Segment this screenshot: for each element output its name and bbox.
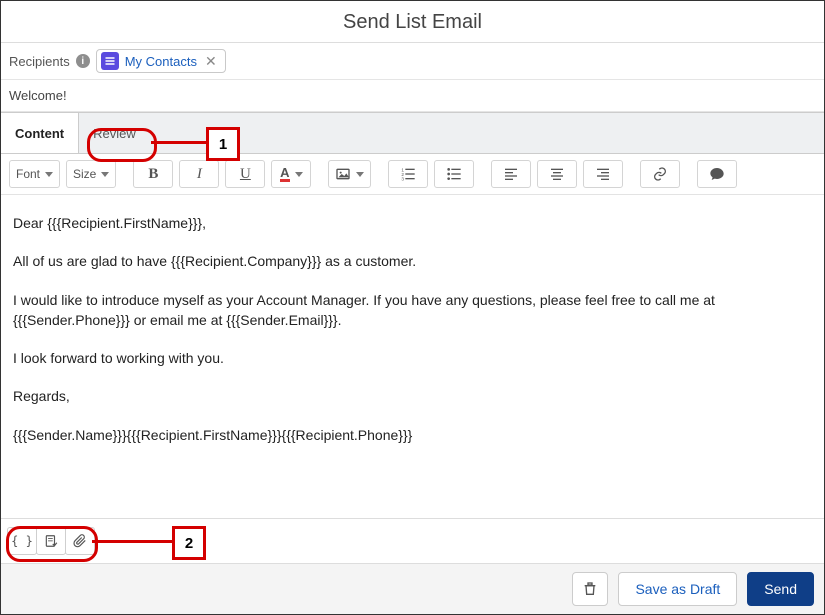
ordered-list-icon: 123 (400, 166, 416, 182)
delete-button[interactable] (572, 572, 608, 606)
braces-icon: { } (11, 534, 33, 548)
body-paragraph: All of us are glad to have {{{Recipient.… (13, 251, 812, 271)
list-icon (101, 52, 119, 70)
app-window: Send List Email Recipients i My Contacts… (0, 0, 825, 615)
subject-row[interactable]: Welcome! (1, 80, 824, 112)
annotation-number-label: 1 (219, 136, 227, 153)
link-icon (652, 166, 668, 182)
underline-button[interactable]: U (225, 160, 265, 188)
recipients-row: Recipients i My Contacts ✕ (1, 43, 824, 80)
recipients-label: Recipients (9, 54, 70, 69)
chevron-down-icon (45, 172, 53, 177)
recipient-pill-label: My Contacts (125, 54, 197, 69)
comment-icon (709, 166, 725, 182)
chevron-down-icon (356, 172, 364, 177)
italic-icon: I (197, 166, 202, 183)
attachment-button[interactable] (65, 527, 95, 555)
body-paragraph: I would like to introduce myself as your… (13, 290, 812, 331)
align-right-icon (595, 166, 611, 182)
chevron-down-icon (101, 172, 109, 177)
size-select-label: Size (73, 167, 96, 181)
title-text: Send List Email (343, 11, 482, 33)
annotation-review-number: 1 (206, 127, 240, 161)
separator (688, 162, 689, 186)
bold-icon: B (148, 166, 158, 183)
text-color-icon: A (280, 167, 289, 182)
separator (379, 162, 380, 186)
recipient-pill[interactable]: My Contacts ✕ (96, 49, 226, 73)
merge-field-button[interactable]: { } (7, 527, 37, 555)
subject-value: Welcome! (9, 88, 67, 103)
tab-review[interactable]: Review (79, 113, 150, 153)
align-left-button[interactable] (491, 160, 531, 188)
unordered-list-button[interactable] (434, 160, 474, 188)
info-icon[interactable]: i (76, 54, 90, 68)
tab-review-label: Review (93, 126, 136, 141)
page-title: Send List Email (1, 1, 824, 43)
align-center-icon (549, 166, 565, 182)
body-paragraph: I look forward to working with you. (13, 348, 812, 368)
annotation-number-label: 2 (185, 535, 193, 552)
svg-text:3: 3 (402, 177, 405, 182)
align-center-button[interactable] (537, 160, 577, 188)
underline-icon: U (240, 166, 251, 183)
annotation-insert-line (92, 540, 172, 543)
italic-button[interactable]: I (179, 160, 219, 188)
align-right-button[interactable] (583, 160, 623, 188)
save-as-draft-button[interactable]: Save as Draft (618, 572, 737, 606)
remove-recipient-icon[interactable]: ✕ (203, 53, 219, 70)
text-color-button[interactable]: A (271, 160, 311, 188)
size-select[interactable]: Size (66, 160, 116, 188)
email-body-editor[interactable]: Dear {{{Recipient.FirstName}}}, All of u… (1, 195, 824, 518)
send-label: Send (764, 581, 797, 597)
align-left-icon (503, 166, 519, 182)
body-paragraph: Dear {{{Recipient.FirstName}}}, (13, 213, 812, 233)
tabs: Content Review (1, 112, 824, 154)
save-as-draft-label: Save as Draft (635, 581, 720, 597)
separator (631, 162, 632, 186)
separator (482, 162, 483, 186)
bold-button[interactable]: B (133, 160, 173, 188)
font-select-label: Font (16, 167, 40, 181)
footer-bar: Save as Draft Send (1, 563, 824, 614)
image-icon (335, 166, 351, 182)
template-button[interactable] (36, 527, 66, 555)
tab-content[interactable]: Content (1, 113, 79, 153)
template-icon (44, 534, 58, 548)
ordered-list-button[interactable]: 123 (388, 160, 428, 188)
annotation-review-line (151, 141, 206, 144)
body-paragraph: {{{Sender.Name}}}{{{Recipient.FirstName}… (13, 425, 812, 445)
trash-icon (582, 581, 598, 597)
paperclip-icon (73, 534, 87, 548)
separator (319, 162, 320, 186)
chevron-down-icon (295, 172, 303, 177)
send-button[interactable]: Send (747, 572, 814, 606)
comment-button[interactable] (697, 160, 737, 188)
annotation-insert-number: 2 (172, 526, 206, 560)
separator (124, 162, 125, 186)
image-button[interactable] (328, 160, 371, 188)
editor-toolbar: Font Size B I U A 123 (1, 154, 824, 195)
body-paragraph: Regards, (13, 386, 812, 406)
unordered-list-icon (446, 166, 462, 182)
tab-content-label: Content (15, 126, 64, 141)
link-button[interactable] (640, 160, 680, 188)
font-select[interactable]: Font (9, 160, 60, 188)
